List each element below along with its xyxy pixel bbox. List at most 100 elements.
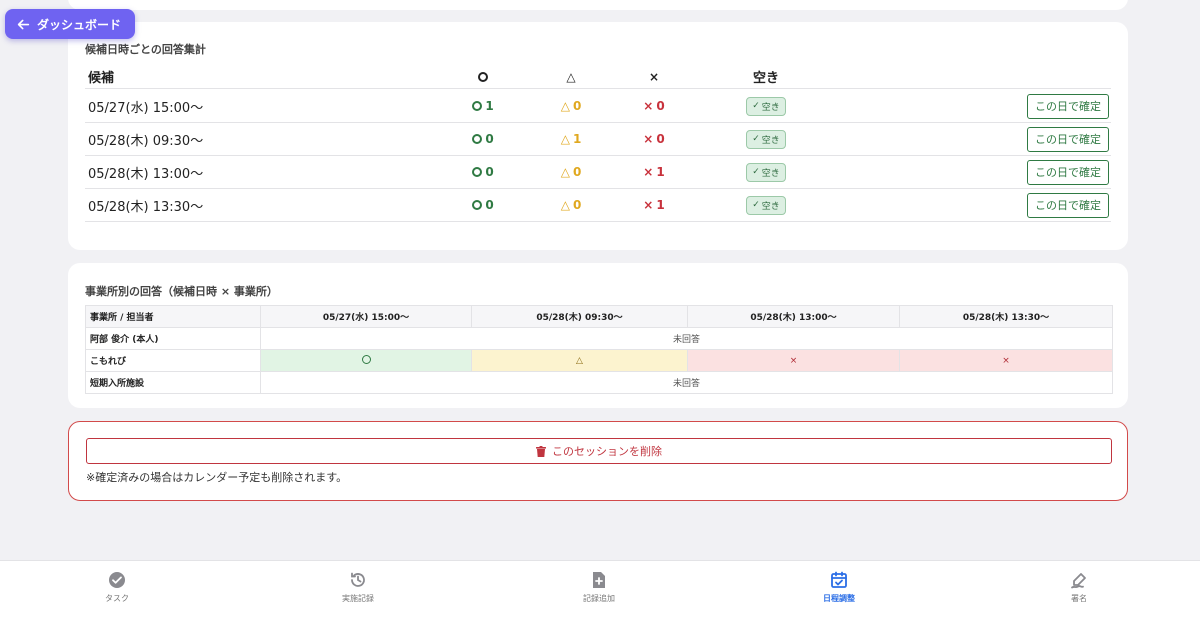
free-badge: ✓ 空き — [746, 129, 786, 149]
maybe-count: △ 1 — [560, 132, 582, 146]
summary-header-row: 候補 △ × 空き — [85, 65, 1111, 89]
summary-title: 候補日時ごとの回答集計 — [85, 43, 206, 56]
candidate-date: 05/28(木) 09:30〜 — [88, 133, 204, 149]
candidate-date: 05/27(水) 15:00〜 — [88, 100, 204, 116]
confirm-date-button[interactable]: この日で確定 — [1027, 93, 1109, 119]
office-response-table: 事業所 / 担当者 05/27(水) 15:00〜 05/28(木) 09:30… — [85, 305, 1113, 394]
ok-count: 1 — [472, 99, 494, 113]
triangle-icon: △ — [560, 198, 570, 212]
trash-icon — [536, 445, 546, 457]
column-header: 05/28(木) 09:30〜 — [471, 305, 688, 328]
triangle-icon: △ — [560, 132, 570, 146]
circle-icon — [472, 101, 483, 111]
nav-label: 署名 — [1071, 594, 1087, 603]
check-icon: ✓ — [752, 101, 760, 111]
nav-label: 日程調整 — [823, 594, 855, 603]
triangle-icon: △ — [560, 165, 570, 179]
header-maybe: △ — [566, 69, 576, 84]
response-cell-ng: × — [899, 349, 1113, 372]
circle-icon — [472, 167, 483, 177]
maybe-count: △ 0 — [560, 165, 582, 179]
office-matrix-card: 事業所別の回答（候補日時 × 事業所） 事業所 / 担当者 05/27(水) 1… — [68, 263, 1128, 408]
response-cell-ok — [260, 349, 472, 372]
nav-item-records[interactable]: 実施記録 — [308, 571, 408, 604]
free-badge: ✓ 空き — [746, 162, 786, 182]
table-row: 阿部 俊介 (本人) 未回答 — [85, 327, 1113, 350]
cross-icon: × — [643, 132, 654, 146]
header-ng: × — [648, 69, 660, 84]
summary-card: 候補日時ごとの回答集計 候補 △ × 空き 05/27(水) 15:00〜 1 … — [68, 22, 1128, 250]
summary-row: 05/28(木) 09:30〜 0 △ 1 × 0 ✓ 空き この日で確定 — [85, 123, 1111, 156]
danger-zone-card: このセッションを削除 ※確定済みの場合はカレンダー予定も削除されます。 — [68, 421, 1128, 501]
candidate-date: 05/28(木) 13:30〜 — [88, 199, 204, 215]
confirm-date-button[interactable]: この日で確定 — [1027, 192, 1109, 218]
cross-icon: × — [643, 165, 654, 179]
nav-label: タスク — [105, 594, 129, 603]
table-row: 短期入所施設 未回答 — [85, 371, 1113, 394]
response-cell-ng: × — [687, 349, 900, 372]
header-ok — [463, 65, 503, 88]
confirm-date-button[interactable]: この日で確定 — [1027, 126, 1109, 152]
maybe-count: △ 0 — [560, 99, 582, 113]
confirm-date-button[interactable]: この日で確定 — [1027, 159, 1109, 185]
check-icon: ✓ — [752, 200, 760, 210]
header-free: 空き — [752, 71, 779, 86]
check-circle-icon — [109, 572, 125, 588]
cross-icon: × — [643, 198, 654, 212]
nav-item-signature[interactable]: 署名 — [1029, 571, 1129, 604]
delete-session-button[interactable]: このセッションを削除 — [86, 438, 1112, 464]
back-button-label: ダッシュボード — [37, 17, 122, 32]
circle-icon — [472, 200, 483, 210]
table-header-row: 事業所 / 担当者 05/27(水) 15:00〜 05/28(木) 09:30… — [85, 305, 1113, 328]
circle-icon — [361, 354, 371, 364]
matrix-title: 事業所別の回答（候補日時 × 事業所） — [85, 285, 278, 298]
no-response-cell: 未回答 — [260, 371, 1113, 394]
history-icon — [351, 572, 365, 587]
delete-session-label: このセッションを削除 — [552, 445, 662, 458]
corner-header: 事業所 / 担当者 — [85, 305, 261, 328]
ok-count: 0 — [472, 198, 494, 212]
nav-label: 実施記録 — [342, 594, 374, 603]
summary-row: 05/27(水) 15:00〜 1 △ 0 × 0 ✓ 空き この日で確定 — [85, 90, 1111, 123]
row-label: 短期入所施設 — [85, 371, 261, 394]
nav-item-scheduling[interactable]: 日程調整 — [789, 571, 889, 604]
row-label: こもれび — [85, 349, 261, 372]
dashboard-back-button[interactable]: ダッシュボード — [5, 9, 136, 39]
previous-card-bottom — [68, 0, 1128, 10]
column-header: 05/28(木) 13:00〜 — [687, 305, 900, 328]
nav-item-add-record[interactable]: 記録追加 — [549, 571, 649, 604]
header-candidate: 候補 — [88, 71, 115, 86]
summary-row: 05/28(木) 13:30〜 0 △ 0 × 1 ✓ 空き この日で確定 — [85, 189, 1111, 222]
check-icon: ✓ — [752, 167, 760, 177]
column-header: 05/27(水) 15:00〜 — [260, 305, 472, 328]
ng-count: × 0 — [643, 132, 665, 146]
table-row: こもれび △ × × — [85, 349, 1113, 372]
summary-row: 05/28(木) 13:00〜 0 △ 0 × 1 ✓ 空き この日で確定 — [85, 156, 1111, 189]
ng-count: × 1 — [643, 165, 665, 179]
circle-icon — [478, 71, 488, 82]
free-badge: ✓ 空き — [746, 96, 786, 116]
check-icon: ✓ — [752, 134, 760, 144]
row-label: 阿部 俊介 (本人) — [85, 327, 261, 350]
response-cell-maybe: △ — [471, 349, 688, 372]
bottom-navigation: タスク 実施記録 記録追加 日程調整 署名 — [0, 560, 1200, 617]
circle-icon — [472, 134, 483, 144]
delete-note: ※確定済みの場合はカレンダー予定も削除されます。 — [86, 471, 348, 484]
calendar-check-icon — [831, 571, 847, 588]
no-response-cell: 未回答 — [260, 327, 1113, 350]
nav-label: 記録追加 — [583, 594, 615, 603]
triangle-icon: △ — [560, 99, 570, 113]
ok-count: 0 — [472, 165, 494, 179]
candidate-date: 05/28(木) 13:00〜 — [88, 166, 204, 182]
ok-count: 0 — [472, 132, 494, 146]
signature-icon — [1071, 573, 1086, 589]
maybe-count: △ 0 — [560, 198, 582, 212]
free-badge: ✓ 空き — [746, 195, 786, 215]
nav-item-tasks[interactable]: タスク — [67, 571, 167, 604]
arrow-left-icon — [17, 19, 30, 29]
cross-icon: × — [643, 99, 654, 113]
ng-count: × 1 — [643, 198, 665, 212]
ng-count: × 0 — [643, 99, 665, 113]
column-header: 05/28(木) 13:30〜 — [899, 305, 1113, 328]
file-plus-icon — [593, 572, 605, 588]
